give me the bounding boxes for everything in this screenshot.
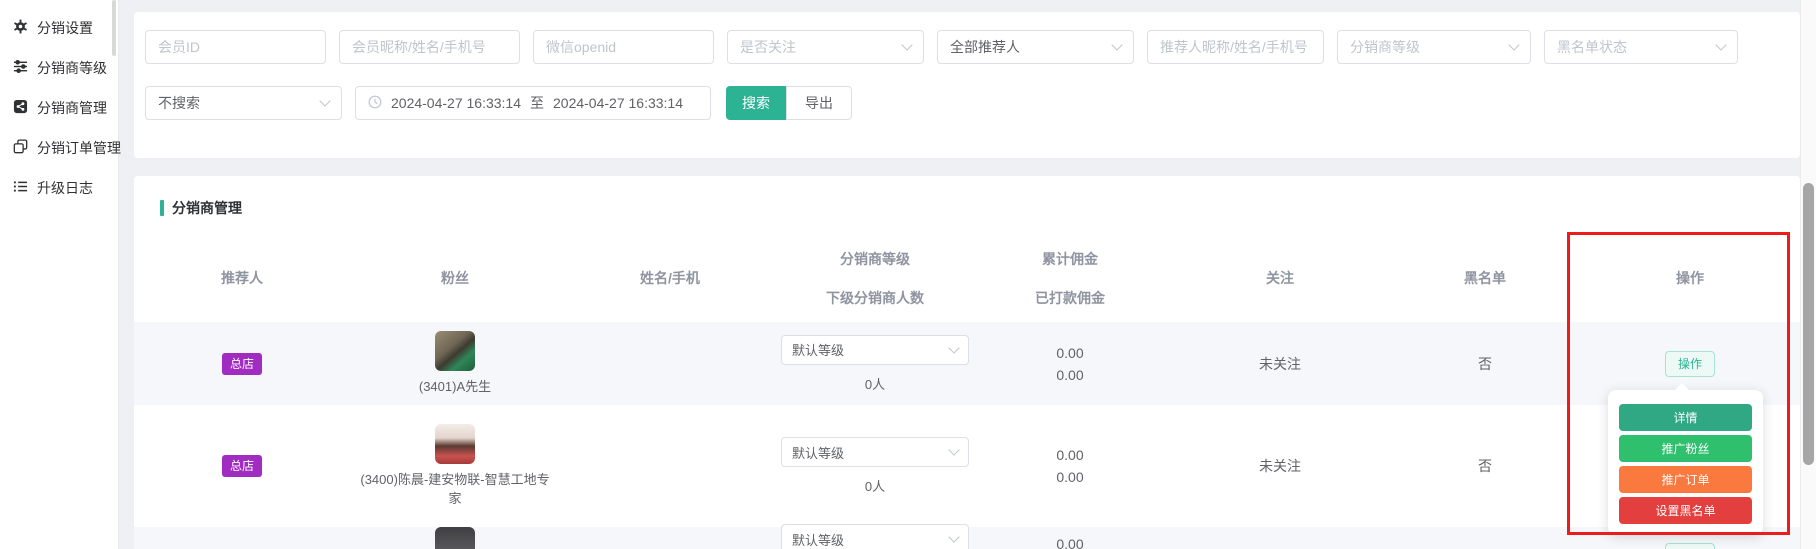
header-commission: 累计佣金已打款佣金: [970, 249, 1170, 308]
fan-name: (3401)A先生: [419, 377, 491, 397]
menu-item-set-blacklist[interactable]: 设置黑名单: [1619, 497, 1752, 524]
chevron-down-icon: [948, 342, 959, 353]
chevron-down-icon: [1508, 39, 1519, 50]
avatar: [435, 424, 475, 464]
sliders-icon: [13, 59, 28, 77]
section-title: 分销商管理: [160, 198, 242, 218]
sub-distributor-count: 0人: [865, 374, 885, 393]
title-accent-bar: [160, 200, 164, 216]
sub-distributor-count: 0人: [865, 476, 885, 495]
date-separator: 至: [530, 93, 544, 113]
row-level-select[interactable]: 默认等级: [781, 524, 969, 549]
scrollbar-track: [1800, 0, 1816, 549]
table-header: 推荐人 粉丝 姓名/手机 分销商等级下级分销商人数 累计佣金已打款佣金 关注 黑…: [134, 234, 1800, 322]
menu-item-detail[interactable]: 详情: [1619, 404, 1752, 431]
sidebar-item-label: 分销订单管理: [37, 138, 121, 158]
search-button[interactable]: 搜索: [726, 86, 786, 120]
commission-cell: 0.00 0.00: [1056, 345, 1083, 383]
menu-item-promote-orders[interactable]: 推广订单: [1619, 466, 1752, 493]
member-id-input[interactable]: 会员ID: [145, 30, 326, 64]
chevron-down-icon: [948, 444, 959, 455]
fan-name: (3400)陈晨-建安物联-智慧工地专家: [357, 470, 553, 509]
date-start: 2024-04-27 16:33:14: [391, 95, 521, 111]
blacklist-status: 否: [1478, 456, 1492, 476]
sidebar-item-label: 分销商等级: [37, 58, 107, 78]
commission-cell: 0.00: [1056, 536, 1083, 549]
follow-status: 未关注: [1259, 456, 1301, 476]
distributor-level-select[interactable]: 分销商等级: [1337, 30, 1531, 64]
commission-cell: 0.00 0.00: [1056, 447, 1083, 485]
sidebar-item-distribution-orders[interactable]: 分销订单管理: [0, 128, 118, 168]
gear-icon: [13, 19, 28, 37]
export-button[interactable]: 导出: [786, 86, 852, 120]
table-row: 总店 (3401)A先生 默认等级 0人 0.00 0.00 未关注: [134, 322, 1800, 405]
chevron-down-icon: [901, 39, 912, 50]
commission-paid: 0.00: [1056, 367, 1083, 383]
sidebar-item-label: 升级日志: [37, 178, 93, 198]
sidebar-item-distributor-management[interactable]: 分销商管理: [0, 88, 118, 128]
date-end: 2024-04-27 16:33:14: [553, 95, 683, 111]
chevron-down-icon: [319, 95, 330, 106]
row-action-button[interactable]: 操作: [1665, 543, 1715, 549]
header-actions: 操作: [1580, 268, 1800, 288]
referrer-name-input[interactable]: 推荐人昵称/姓名/手机号: [1147, 30, 1324, 64]
wechat-openid-input[interactable]: 微信openid: [533, 30, 714, 64]
sidebar: 分销设置 分销商等级 分销商管理 分销订单管理: [0, 0, 119, 549]
filter-panel: 会员ID 会员昵称/姓名/手机号 微信openid 是否关注 全部推荐人 推荐人…: [134, 12, 1800, 158]
member-nickname-input[interactable]: 会员昵称/姓名/手机号: [339, 30, 520, 64]
sidebar-menu: 分销设置 分销商等级 分销商管理 分销订单管理: [0, 0, 118, 208]
follow-status-select[interactable]: 是否关注: [727, 30, 924, 64]
share-icon: [13, 99, 28, 117]
chevron-down-icon: [1111, 39, 1122, 50]
table-row: 总店 (3400)陈晨-建安物联-智慧工地专家 默认等级 0人 0.00 0.0…: [134, 405, 1800, 527]
header-follow: 关注: [1170, 268, 1390, 288]
clock-icon: [368, 95, 382, 112]
header-name-phone: 姓名/手机: [560, 268, 780, 288]
avatar: [435, 527, 475, 549]
blacklist-status: 否: [1478, 354, 1492, 374]
action-popup-menu: 详情 推广粉丝 推广订单 设置黑名单: [1608, 390, 1763, 535]
row-level-select[interactable]: 默认等级: [781, 335, 969, 365]
sidebar-item-label: 分销设置: [37, 18, 93, 38]
filter-row-2: 不搜索 2024-04-27 16:33:14 至 2024-04-27 16:…: [145, 86, 852, 120]
search-mode-select[interactable]: 不搜索: [145, 86, 342, 120]
commission-total: 0.00: [1056, 447, 1083, 463]
row-action-button[interactable]: 操作: [1665, 351, 1715, 377]
referrer-badge: 总店: [222, 455, 262, 477]
follow-status: 未关注: [1259, 354, 1301, 374]
blacklist-status-select[interactable]: 黑名单状态: [1544, 30, 1738, 64]
header-blacklist: 黑名单: [1390, 268, 1580, 288]
chevron-down-icon: [948, 531, 959, 542]
section-title-text: 分销商管理: [172, 198, 242, 218]
avatar: [435, 331, 475, 371]
scrollbar-thumb[interactable]: [1803, 183, 1814, 465]
commission-total: 0.00: [1056, 345, 1083, 361]
header-referrer: 推荐人: [134, 268, 350, 288]
header-fans: 粉丝: [350, 268, 560, 288]
commission-paid: 0.00: [1056, 469, 1083, 485]
list-icon: [13, 179, 28, 197]
table-body: 总店 (3401)A先生 默认等级 0人 0.00 0.00 未关注: [134, 322, 1800, 549]
copy-icon: [13, 139, 28, 157]
referrer-badge: 总店: [222, 353, 262, 375]
filter-row-1: 会员ID 会员昵称/姓名/手机号 微信openid 是否关注 全部推荐人 推荐人…: [145, 30, 1738, 64]
distributor-admin-screen: 分销设置 分销商等级 分销商管理 分销订单管理: [0, 0, 1816, 549]
distributor-table-panel: 分销商管理 推荐人 粉丝 姓名/手机 分销商等级下级分销商人数 累计佣金已打款佣…: [134, 176, 1800, 549]
row-level-select[interactable]: 默认等级: [781, 437, 969, 467]
table-row: 默认等级 0.00 操作: [134, 527, 1800, 549]
chevron-down-icon: [1715, 39, 1726, 50]
sidebar-item-distributor-level[interactable]: 分销商等级: [0, 48, 118, 88]
commission-total: 0.00: [1056, 536, 1083, 549]
referrer-select[interactable]: 全部推荐人: [937, 30, 1134, 64]
menu-item-promote-fans[interactable]: 推广粉丝: [1619, 435, 1752, 462]
sidebar-scrollbar-thumb[interactable]: [112, 0, 116, 56]
sidebar-item-label: 分销商管理: [37, 98, 107, 118]
sidebar-item-upgrade-log[interactable]: 升级日志: [0, 168, 118, 208]
sidebar-item-distribution-settings[interactable]: 分销设置: [0, 8, 118, 48]
date-range-picker[interactable]: 2024-04-27 16:33:14 至 2024-04-27 16:33:1…: [355, 86, 711, 120]
header-level: 分销商等级下级分销商人数: [780, 249, 970, 308]
